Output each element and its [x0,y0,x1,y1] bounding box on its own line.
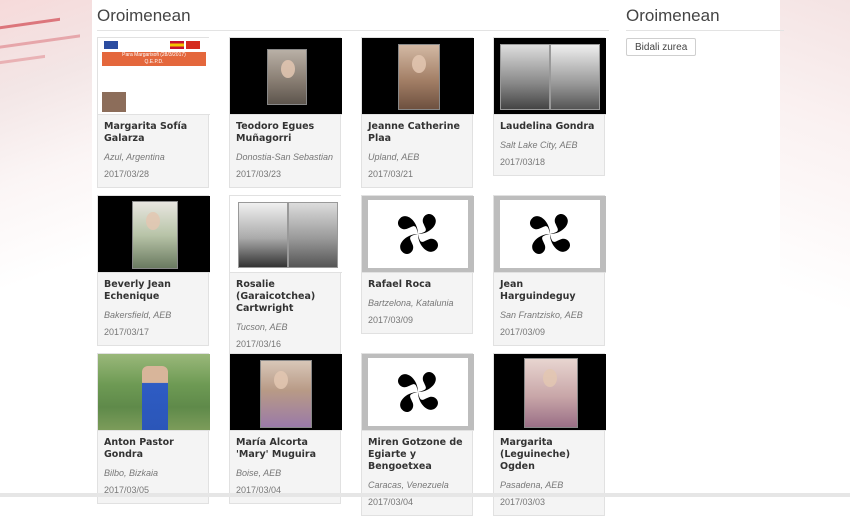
lauburu-placeholder [500,200,600,268]
memorial-card[interactable]: Rafael Roca Bartzelona, Katalunia 2017/0… [361,195,474,334]
memorial-name[interactable]: Laudelina Gondra [500,121,598,133]
face-shape [412,55,426,73]
memorial-photo[interactable] [230,196,342,273]
portrait-image [524,358,578,428]
lauburu-icon [529,213,571,255]
memorial-place: Salt Lake City, AEB [500,140,578,150]
memorial-photo[interactable] [362,196,474,273]
memorial-place: Bilbo, Bizkaia [104,468,159,478]
memorial-date: 2017/03/09 [368,315,414,325]
memorial-place: Azul, Argentina [104,152,165,162]
memorial-name[interactable]: Jean Harguindeguy [500,279,598,303]
memorial-photo[interactable] [494,354,606,431]
memorial-place: Pasadena, AEB [500,480,564,490]
memorial-date: 2017/03/21 [368,169,414,179]
flag-icon [186,41,200,49]
memorial-place: Caracas, Venezuela [368,480,449,490]
memorial-photo[interactable] [494,38,606,115]
decorative-stripe [0,34,80,49]
memorial-photo[interactable] [230,38,342,115]
memorial-name[interactable]: Margarita (Leguineche) Ogden [500,437,598,473]
poster-banner-line2: Q.E.P.D. [144,59,164,65]
memorial-date: 2017/03/04 [368,497,414,507]
memorial-card[interactable]: Rosalie (Garaicotchea) Cartwright Tucson… [229,195,342,358]
horizontal-scrollbar[interactable] [0,493,850,497]
memorial-photo[interactable] [98,196,210,273]
lauburu-placeholder [368,358,468,426]
memorial-name[interactable]: María Alcorta 'Mary' Muguira [236,437,334,461]
memorial-card[interactable]: Miren Gotzone de Egiarte y Bengoetxea Ca… [361,353,474,516]
flag-icon [170,41,184,49]
poster-mini-photo [102,92,126,112]
page-title: Oroimenean [97,6,609,31]
memorial-place: Bartzelona, Katalunia [368,298,454,308]
memorial-date: 2017/03/09 [500,327,546,337]
sidebar-title: Oroimenean [626,6,784,31]
memorial-card[interactable]: Beverly Jean Echenique Bakersfield, AEB … [97,195,210,346]
portrait-image [550,44,600,110]
face-shape [281,60,295,78]
memorial-date: 2017/03/18 [500,157,546,167]
memorial-photo[interactable]: Para Margarisofi (28/3/2017) Q.E.P.D. [98,38,210,115]
face-shape [543,369,557,387]
face-shape [274,371,288,389]
memorial-place: Bakersfield, AEB [104,310,172,320]
memorial-name[interactable]: Beverly Jean Echenique [104,279,202,303]
face-shape [146,212,160,230]
memorial-date: 2017/03/16 [236,339,282,349]
memorial-poster: Para Margarisofi (28/3/2017) Q.E.P.D. [98,38,210,114]
lauburu-placeholder [368,200,468,268]
memorial-date: 2017/03/17 [104,327,150,337]
portrait-image [267,49,307,105]
memorial-photo[interactable] [494,196,606,273]
decorative-stripe [0,54,45,65]
poster-banner: Para Margarisofi (28/3/2017) Q.E.P.D. [102,52,206,66]
decorative-background-right [780,0,850,497]
memorial-card[interactable]: Jean Harguindeguy San Frantzisko, AEB 20… [493,195,606,346]
flag-icon [104,41,118,49]
memorial-place: Donostia-San Sebastian [236,152,334,162]
memorial-name[interactable]: Anton Pastor Gondra [104,437,202,461]
memorial-card[interactable]: Jeanne Catherine Plaa Upland, AEB 2017/0… [361,37,474,188]
memorial-date: 2017/03/28 [104,169,150,179]
lauburu-icon [397,371,439,413]
memorial-place: Boise, AEB [236,468,282,478]
portrait-image [500,44,550,110]
share-button[interactable]: Bidali zurea [626,38,697,56]
memorial-card[interactable]: María Alcorta 'Mary' Muguira Boise, AEB … [229,353,342,504]
memorial-photo[interactable] [362,38,474,115]
portrait-image [238,202,288,268]
memorial-photo[interactable] [362,354,474,431]
memorial-card[interactable]: Anton Pastor Gondra Bilbo, Bizkaia 2017/… [97,353,210,504]
portrait-image [288,202,338,268]
person-figure [142,366,168,430]
memorial-name[interactable]: Miren Gotzone de Egiarte y Bengoetxea [368,437,466,473]
memorial-photo[interactable] [230,354,342,431]
portrait-image [398,44,440,110]
decorative-background-left [0,0,92,497]
poster-banner-line1: Para Margarisofi (28/3/2017) [122,52,186,58]
decorative-stripe [0,17,60,30]
portrait-image [98,354,210,430]
portrait-image [132,201,178,269]
memorial-card[interactable]: Para Margarisofi (28/3/2017) Q.E.P.D. Ma… [97,37,210,188]
memorial-card[interactable]: Laudelina Gondra Salt Lake City, AEB 201… [493,37,606,176]
memorial-name[interactable]: Teodoro Egues Muñagorri [236,121,334,145]
memorial-place: Tucson, AEB [236,322,288,332]
memorial-date: 2017/03/23 [236,169,282,179]
memorial-name[interactable]: Margarita Sofía Galarza [104,121,202,145]
portrait-image [260,360,312,428]
memorial-place: Upland, AEB [368,152,420,162]
memorial-date: 2017/03/03 [500,497,546,507]
lauburu-icon [397,213,439,255]
memorial-photo[interactable] [98,354,210,431]
memorial-card[interactable]: Teodoro Egues Muñagorri Donostia-San Seb… [229,37,342,188]
memorial-name[interactable]: Rosalie (Garaicotchea) Cartwright [236,279,334,315]
memorial-place: San Frantzisko, AEB [500,310,583,320]
memorial-name[interactable]: Jeanne Catherine Plaa [368,121,466,145]
memorial-name[interactable]: Rafael Roca [368,279,466,291]
memorial-card[interactable]: Margarita (Leguineche) Ogden Pasadena, A… [493,353,606,516]
